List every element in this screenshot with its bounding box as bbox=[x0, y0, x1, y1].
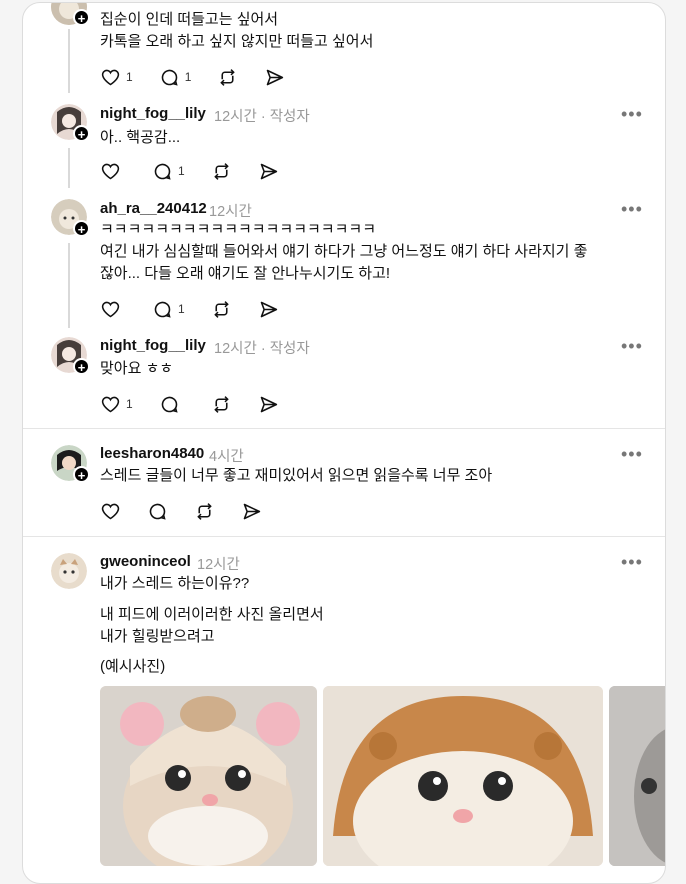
share-icon bbox=[260, 301, 277, 317]
post-actions: 1 bbox=[100, 297, 305, 321]
like-button[interactable] bbox=[100, 161, 126, 182]
timestamp: 12시간 bbox=[209, 204, 252, 220]
repost-icon bbox=[213, 300, 229, 318]
post-text-line2: 내 피드에 이러이러한 사진 올리면서 내가 힐링받으려고 bbox=[100, 606, 324, 645]
comment-icon bbox=[154, 163, 171, 180]
share-button[interactable] bbox=[258, 394, 279, 415]
reply-count: 1 bbox=[184, 70, 192, 84]
username[interactable]: leesharon4840 bbox=[100, 445, 204, 462]
heart-icon bbox=[101, 396, 120, 412]
reply-button[interactable]: 1 bbox=[152, 299, 185, 320]
author-tag: · 작성자 bbox=[260, 341, 310, 357]
comment-icon bbox=[149, 503, 166, 520]
repost-button[interactable] bbox=[194, 501, 215, 522]
timestamp: 12시간 · 작성자 bbox=[214, 105, 310, 126]
like-button[interactable] bbox=[100, 501, 121, 522]
heart-icon bbox=[101, 163, 120, 179]
post-photo[interactable] bbox=[100, 686, 317, 866]
more-icon[interactable]: ••• bbox=[621, 445, 643, 463]
reply-button[interactable]: 1 bbox=[159, 67, 192, 88]
comment-icon bbox=[161, 396, 178, 413]
like-button[interactable]: 1 bbox=[100, 67, 133, 88]
divider bbox=[23, 428, 665, 429]
thread-feed: + 집순이 인데 떠들고는 싶어서 카톡을 오래 하고 싶지 않지만 떠들고 싶… bbox=[22, 2, 666, 884]
follow-plus-icon[interactable]: + bbox=[73, 220, 90, 237]
share-button[interactable] bbox=[258, 299, 279, 320]
divider bbox=[23, 536, 665, 537]
share-icon bbox=[243, 503, 261, 519]
post-text: 스레드 글들이 너무 좋고 재미있어서 읽으면 읽을수록 너무 조아 bbox=[100, 467, 493, 484]
post-text-line1: 내가 스레드 하는이유?? bbox=[100, 575, 250, 592]
username[interactable]: gweoninceol bbox=[100, 553, 191, 570]
post-actions bbox=[100, 499, 288, 523]
thread-line bbox=[68, 148, 70, 188]
post-actions: 1 bbox=[100, 392, 305, 416]
share-button[interactable] bbox=[258, 161, 279, 182]
post-actions: 1 1 bbox=[100, 65, 311, 89]
share-button[interactable] bbox=[241, 501, 262, 522]
follow-plus-icon[interactable]: + bbox=[73, 125, 90, 142]
share-button[interactable] bbox=[264, 67, 285, 88]
reply-count: 1 bbox=[178, 302, 185, 316]
post-photo[interactable] bbox=[323, 686, 603, 866]
post-text: 아.. 핵공감... bbox=[100, 129, 181, 146]
username[interactable]: ah_ra__240412 bbox=[100, 200, 207, 217]
repost-icon bbox=[213, 395, 229, 413]
like-button[interactable] bbox=[100, 299, 126, 320]
time: 12시간 bbox=[214, 109, 257, 125]
time: 12시간 bbox=[214, 341, 257, 357]
like-button[interactable]: 1 bbox=[100, 394, 133, 415]
post-text: 맞아요 ㅎㅎ bbox=[100, 360, 174, 377]
author-tag: · 작성자 bbox=[260, 109, 310, 125]
heart-icon bbox=[101, 301, 120, 317]
more-icon[interactable]: ••• bbox=[621, 200, 643, 218]
avatar[interactable] bbox=[51, 553, 87, 589]
like-count: 1 bbox=[126, 397, 133, 411]
more-icon[interactable]: ••• bbox=[621, 337, 643, 355]
username[interactable]: night_fog__lily bbox=[100, 105, 206, 122]
reply-count: 1 bbox=[178, 164, 185, 178]
share-icon bbox=[260, 396, 277, 412]
post-text: 집순이 인데 떠들고는 싶어서 카톡을 오래 하고 싶지 않지만 떠들고 싶어서 bbox=[100, 11, 374, 50]
repost-button[interactable] bbox=[217, 67, 238, 88]
timestamp: 4시간 bbox=[209, 449, 244, 465]
comment-icon bbox=[154, 301, 171, 318]
heart-icon bbox=[101, 503, 120, 519]
comment-icon bbox=[161, 69, 178, 86]
like-count: 1 bbox=[126, 70, 133, 84]
repost-button[interactable] bbox=[211, 161, 232, 182]
more-icon[interactable]: ••• bbox=[621, 553, 643, 571]
username[interactable]: night_fog__lily bbox=[100, 337, 206, 354]
timestamp: 12시간 · 작성자 bbox=[214, 337, 310, 358]
follow-plus-icon[interactable]: + bbox=[73, 358, 90, 375]
timestamp: 12시간 bbox=[197, 557, 240, 573]
follow-plus-icon[interactable]: + bbox=[73, 466, 90, 483]
post-text: ㅋㅋㅋㅋㅋㅋㅋㅋㅋㅋㅋㅋㅋㅋㅋㅋㅋㅋㅋㅋ 여긴 내가 심심할때 들어와서 얘기 … bbox=[100, 221, 588, 282]
share-icon bbox=[267, 69, 284, 85]
repost-icon bbox=[213, 162, 229, 180]
post-text-line3: (예시사진) bbox=[100, 658, 166, 675]
share-icon bbox=[260, 163, 277, 179]
post-photo[interactable] bbox=[609, 686, 665, 866]
thread-line bbox=[68, 243, 70, 328]
follow-plus-icon[interactable]: + bbox=[73, 9, 90, 26]
repost-icon bbox=[220, 68, 236, 86]
post-actions: 1 bbox=[100, 159, 305, 183]
repost-icon bbox=[197, 502, 212, 520]
thread-line bbox=[68, 29, 70, 93]
more-icon[interactable]: ••• bbox=[621, 105, 643, 123]
reply-button[interactable]: 1 bbox=[152, 161, 185, 182]
repost-button[interactable] bbox=[211, 299, 232, 320]
reply-button[interactable] bbox=[159, 394, 185, 415]
heart-icon bbox=[101, 69, 120, 85]
reply-button[interactable] bbox=[147, 501, 168, 522]
repost-button[interactable] bbox=[211, 394, 232, 415]
